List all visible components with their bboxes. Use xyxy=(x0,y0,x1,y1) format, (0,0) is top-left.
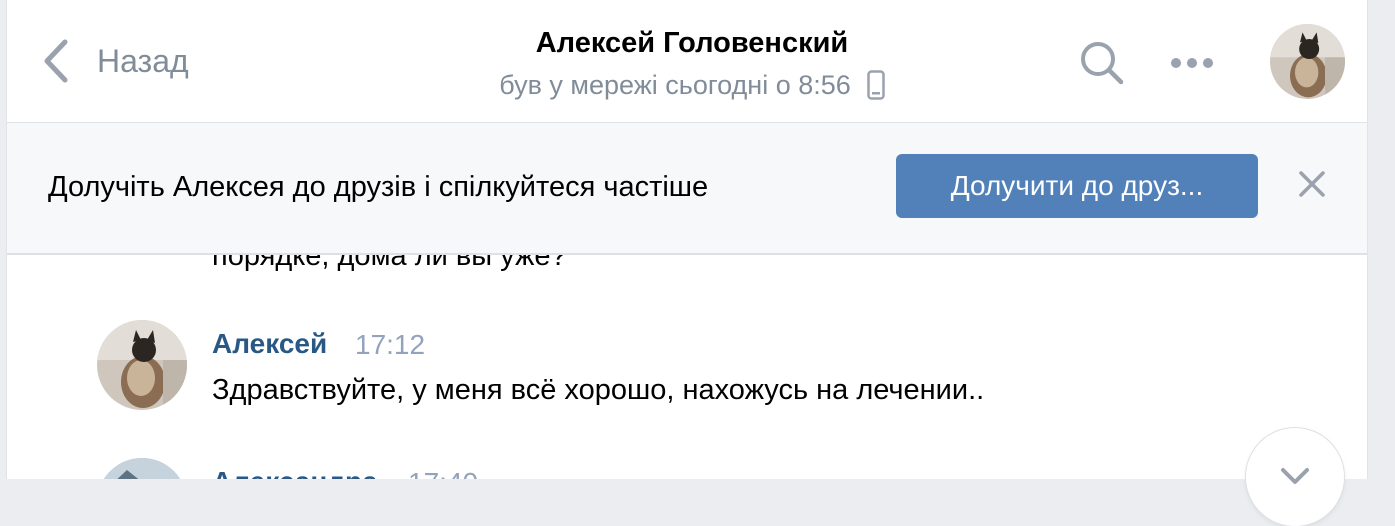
search-icon xyxy=(1081,42,1124,85)
message-time: 17:40 xyxy=(408,466,478,479)
more-button[interactable] xyxy=(1167,48,1217,78)
close-banner-button[interactable] xyxy=(1297,169,1327,199)
header-avatar[interactable] xyxy=(1270,24,1345,99)
cat-avatar-image xyxy=(97,320,187,410)
add-friend-banner-text: Долучіть Алексея до друзів і спілкуйтеся… xyxy=(48,171,709,203)
close-icon xyxy=(1299,171,1325,197)
chat-title-block[interactable]: Алексей Головенский був у мережі сьогодн… xyxy=(437,24,947,102)
chat-title: Алексей Головенский xyxy=(535,27,849,59)
cat-avatar-image xyxy=(1270,24,1345,99)
chevron-down-icon xyxy=(1281,468,1309,484)
online-status: був у мережі сьогодні о 8:56 xyxy=(437,68,947,102)
message-text: Здравствуйте, у меня всё хорошо, нахожус… xyxy=(212,374,985,406)
message-time: 17:12 xyxy=(355,329,426,360)
back-button[interactable]: Назад xyxy=(41,38,189,84)
message-author[interactable]: Александра xyxy=(212,465,378,479)
scroll-down-button[interactable] xyxy=(1246,428,1344,526)
add-friend-button[interactable]: Долучити до друз... xyxy=(896,154,1258,218)
online-status-text: був у мережі сьогодні о 8:56 xyxy=(499,70,851,100)
message-author[interactable]: Алексей xyxy=(212,327,327,361)
back-label: Назад xyxy=(97,42,189,79)
chevron-left-icon xyxy=(44,39,68,83)
more-dots-icon xyxy=(1171,58,1213,68)
mobile-phone-icon xyxy=(867,70,885,100)
landscape-avatar-image xyxy=(97,458,187,479)
message-avatar-aleksandra[interactable] xyxy=(97,458,187,479)
chat-header: Назад Алексей Головенский був у мережі с… xyxy=(7,0,1367,123)
add-friend-banner: Долучіть Алексея до друзів і спілкуйтеся… xyxy=(7,123,1367,255)
message-avatar-aleksei[interactable] xyxy=(97,320,187,410)
search-button[interactable] xyxy=(1079,40,1125,86)
chat-window: порядке, дома ли вы уже? Алексей 17:12 З… xyxy=(6,0,1368,479)
